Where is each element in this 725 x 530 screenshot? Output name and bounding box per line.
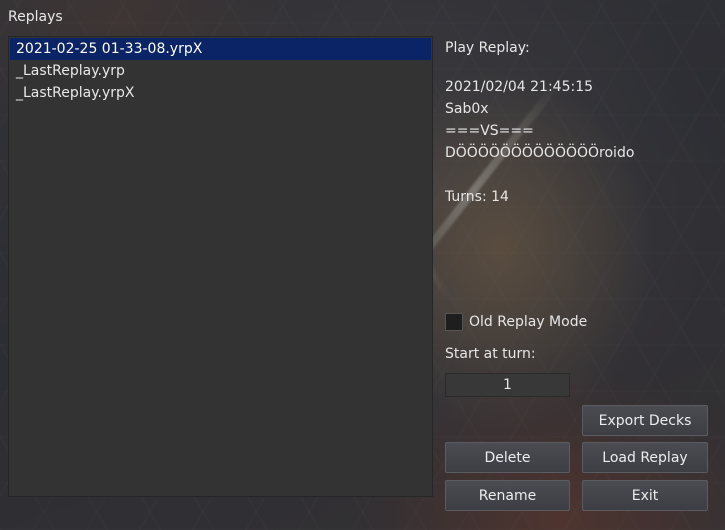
replay-list[interactable]: 2021-02-25 01-33-08.yrpX _LastReplay.yrp… [8, 36, 433, 497]
turn-count: Turns: 14 [445, 189, 509, 205]
player-one-name: Sab0x [445, 101, 489, 117]
replays-window: Replays 2021-02-25 01-33-08.yrpX _LastRe… [0, 0, 725, 530]
rename-button[interactable]: Rename [445, 480, 570, 511]
export-decks-button[interactable]: Export Decks [582, 405, 708, 436]
delete-button[interactable]: Delete [445, 442, 570, 473]
replay-list-item[interactable]: _LastReplay.yrpX [10, 82, 431, 104]
versus-separator: ===VS=== [445, 123, 534, 139]
old-replay-mode-label: Old Replay Mode [469, 314, 588, 330]
exit-button[interactable]: Exit [582, 480, 708, 511]
replay-info: 2021/02/04 21:45:15 Sab0x ===VS=== DÖÖÖÖ… [445, 76, 634, 208]
replay-list-item[interactable]: 2021-02-25 01-33-08.yrpX [10, 38, 431, 60]
window-title: Replays [8, 9, 63, 25]
load-replay-button[interactable]: Load Replay [582, 442, 708, 473]
start-at-turn-input[interactable] [445, 373, 570, 397]
player-two-name: DÖÖÖÖÖÖÖÖÖÖÖÖÖroido [445, 145, 635, 161]
replay-date: 2021/02/04 21:45:15 [445, 79, 594, 95]
start-at-turn-label: Start at turn: [445, 346, 536, 362]
replay-list-item[interactable]: _LastReplay.yrp [10, 60, 431, 82]
old-replay-mode-checkbox[interactable] [445, 313, 463, 331]
old-replay-mode-row[interactable]: Old Replay Mode [445, 313, 587, 331]
play-replay-label: Play Replay: [445, 40, 530, 56]
